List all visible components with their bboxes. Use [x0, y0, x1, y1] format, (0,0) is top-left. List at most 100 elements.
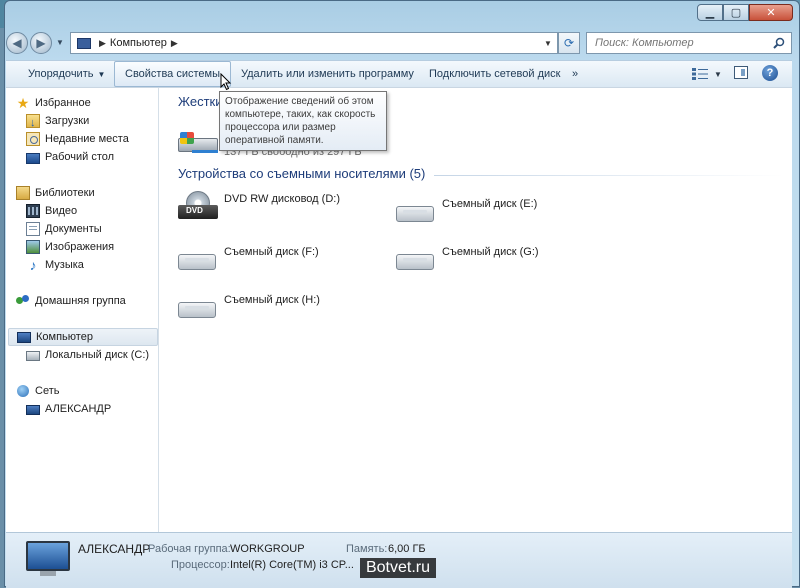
sidebar-item-label: Локальный диск (C:) — [45, 349, 150, 361]
details-memory-value: 6,00 ГБ — [388, 543, 426, 555]
computer-icon — [77, 37, 91, 49]
local-disk-icon — [26, 351, 40, 361]
command-bar: Упорядочить ▼ Свойства системы Удалить ил… — [6, 60, 792, 88]
minimize-button[interactable]: ▁ — [697, 4, 723, 21]
preview-pane-button[interactable] — [734, 66, 748, 79]
details-cpu-value: Intel(R) Core(TM) i3 CP... — [230, 559, 354, 571]
forward-button[interactable]: ▶ — [30, 32, 52, 54]
drive-h[interactable]: Съемный диск (H:) — [176, 292, 320, 322]
search-input[interactable] — [593, 36, 773, 50]
organize-button[interactable]: Упорядочить ▼ — [18, 61, 115, 87]
address-bar[interactable]: ▶ Компьютер ▶ ▼ — [70, 32, 558, 54]
refresh-button[interactable]: ⟳ — [558, 32, 580, 54]
sidebar-item-music[interactable]: ♪ Музыка — [26, 256, 84, 274]
details-pane: АЛЕКСАНДР Рабочая группа: WORKGROUP Памя… — [6, 532, 792, 588]
sidebar-item-desktop[interactable]: Рабочий стол — [26, 148, 114, 166]
more-commands-button[interactable]: » — [562, 61, 588, 87]
system-properties-button[interactable]: Свойства системы — [114, 61, 232, 87]
group-divider — [434, 175, 784, 176]
main-pane: Жестки 137 ГБ свободно из 297 ГБ Устройс… — [166, 88, 792, 532]
uninstall-program-button[interactable]: Удалить или изменить программу — [231, 61, 424, 87]
removable-disk-icon — [176, 244, 220, 274]
drive-d[interactable]: DVD DVD RW дисковод (D:) — [176, 191, 340, 221]
downloads-folder-icon — [26, 114, 40, 132]
removable-disk-icon — [394, 244, 438, 274]
group-header-removable[interactable]: Устройства со съемными носителями (5) — [178, 166, 425, 181]
sidebar-item-computer[interactable]: Компьютер — [8, 328, 158, 346]
drive-f[interactable]: Съемный диск (F:) — [176, 244, 319, 274]
drive-g[interactable]: Съемный диск (G:) — [394, 244, 539, 274]
sidebar-item-libraries[interactable]: Библиотеки — [16, 184, 95, 202]
drive-e[interactable]: Съемный диск (E:) — [394, 196, 537, 226]
drive-label: DVD RW дисковод (D:) — [224, 193, 340, 205]
network-icon — [16, 384, 30, 398]
drive-label: Съемный диск (G:) — [442, 246, 539, 258]
desktop-icon — [26, 152, 40, 164]
sidebar-item-label: Изображения — [45, 241, 115, 253]
sidebar-item-homegroup[interactable]: Домашняя группа — [16, 292, 126, 310]
details-memory-label: Память: — [346, 543, 388, 555]
sidebar-item-video[interactable]: Видео — [26, 202, 77, 220]
sidebar-item-images[interactable]: Изображения — [26, 238, 114, 256]
organize-label: Упорядочить — [28, 68, 94, 80]
close-button[interactable]: ✕ — [749, 4, 793, 21]
sidebar-item-label: АЛЕКСАНДР — [45, 403, 112, 415]
music-icon: ♪ — [29, 257, 37, 273]
address-dropdown-icon[interactable]: ▼ — [539, 33, 557, 53]
search-box[interactable] — [586, 32, 792, 54]
details-workgroup-value: WORKGROUP — [230, 543, 305, 555]
sidebar-item-favorites[interactable]: ★ Избранное — [16, 94, 91, 112]
change-view-button[interactable]: ▼ — [692, 66, 722, 82]
search-icon[interactable] — [773, 37, 785, 49]
images-icon — [26, 240, 40, 254]
chevron-down-icon: ▼ — [714, 69, 722, 79]
sidebar-item-label: Музыка — [45, 259, 84, 271]
breadcrumb-separator-icon[interactable]: ▶ — [171, 38, 178, 49]
mouse-cursor-icon — [220, 73, 232, 91]
help-button[interactable]: ? — [762, 65, 778, 81]
drive-c[interactable] — [176, 128, 220, 158]
removable-disk-icon — [176, 292, 220, 322]
sidebar-item-label: Сеть — [35, 385, 60, 397]
drive-label: Съемный диск (F:) — [224, 246, 319, 258]
sidebar-item-network-pc[interactable]: АЛЕКСАНДР — [26, 400, 111, 418]
back-button[interactable]: ◀ — [6, 32, 28, 54]
group-header-hard-drives[interactable]: Жестки — [178, 94, 222, 109]
sidebar-item-label: Избранное — [35, 97, 91, 109]
watermark: Botvet.ru — [359, 558, 436, 578]
sidebar-item-label: Рабочий стол — [45, 151, 115, 163]
sidebar-item-local-disk[interactable]: Локальный диск (C:) — [26, 346, 149, 364]
sidebar-item-downloads[interactable]: Загрузки — [26, 112, 89, 132]
details-computer-name: АЛЕКСАНДР — [78, 542, 151, 556]
video-icon — [26, 204, 40, 218]
homegroup-icon — [16, 294, 30, 308]
computer-icon — [26, 541, 70, 577]
view-options-icon — [692, 68, 708, 80]
sidebar-item-label: Недавние места — [45, 133, 129, 145]
details-workgroup-label: Рабочая группа: — [148, 543, 231, 555]
sidebar-item-documents[interactable]: Документы — [26, 220, 102, 238]
breadcrumb-computer[interactable]: Компьютер — [110, 37, 167, 49]
map-network-drive-button[interactable]: Подключить сетевой диск — [419, 61, 570, 87]
history-dropdown[interactable]: ▼ — [56, 38, 64, 47]
sidebar-item-label: Домашняя группа — [35, 295, 126, 307]
removable-disk-icon — [394, 196, 438, 226]
breadcrumb-separator-icon[interactable]: ▶ — [99, 38, 106, 49]
details-cpu-label: Процессор: — [171, 559, 230, 571]
computer-icon — [17, 332, 31, 343]
refresh-icon: ⟳ — [563, 36, 575, 50]
sidebar-item-network[interactable]: Сеть — [16, 382, 59, 400]
documents-icon — [26, 222, 40, 236]
maximize-button[interactable]: ▢ — [723, 4, 749, 21]
sidebar-item-label: Документы — [45, 223, 102, 235]
drive-label: Съемный диск (E:) — [442, 198, 538, 210]
tooltip: Отображение сведений об этом компьютере,… — [219, 91, 387, 151]
content-area: ★ Избранное Загрузки Недавние места Рабоч… — [6, 87, 792, 532]
dvd-drive-icon: DVD — [176, 191, 220, 221]
sidebar-item-label: Компьютер — [36, 331, 93, 343]
navigation-pane: ★ Избранное Загрузки Недавние места Рабоч… — [6, 88, 159, 532]
sidebar-item-label: Видео — [45, 205, 78, 217]
forward-arrow-icon: ▶ — [36, 36, 46, 50]
network-computer-icon — [26, 405, 40, 415]
sidebar-item-recent[interactable]: Недавние места — [26, 130, 129, 148]
